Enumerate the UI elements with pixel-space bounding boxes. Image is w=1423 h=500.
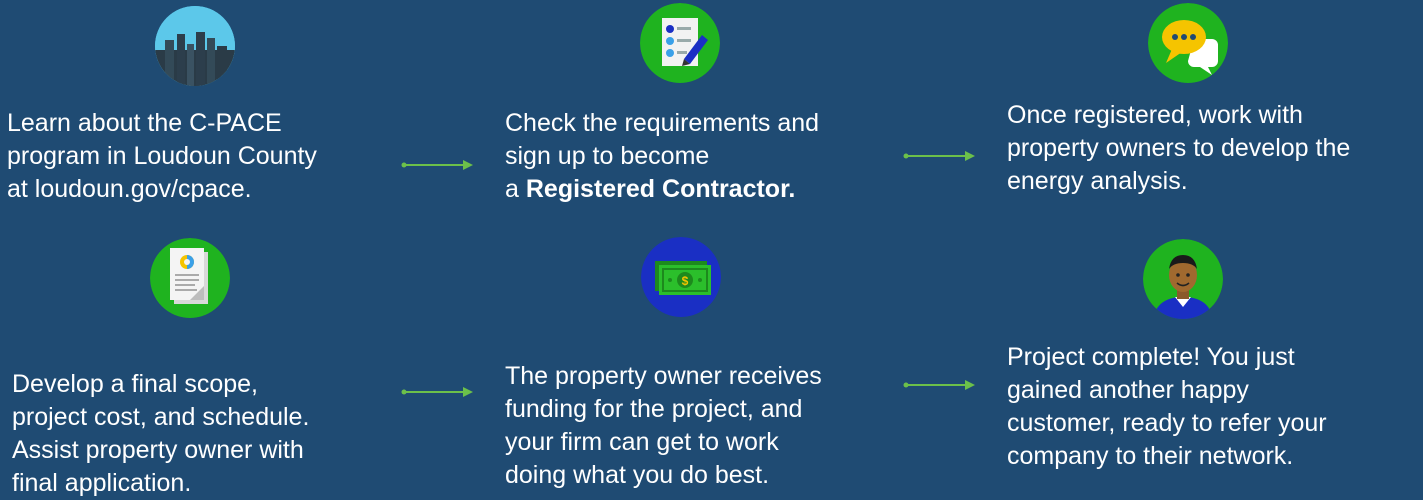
arrow-right-icon	[401, 159, 473, 171]
step-text-line: funding for the project, and	[505, 395, 803, 423]
step-text-line: Assist property owner with	[12, 436, 304, 464]
step-text-line: Develop a final scope,	[12, 370, 258, 398]
city-skyline-icon	[155, 6, 235, 86]
happy-customer-icon	[1143, 239, 1223, 319]
step-text-line: sign up to become	[505, 142, 710, 170]
step-text-line: doing what you do best.	[505, 461, 770, 489]
step-text-line: company to their network.	[1007, 442, 1294, 470]
arrow-right-icon	[401, 386, 473, 398]
step-text-line: energy analysis.	[1007, 167, 1188, 195]
checklist-pen-icon	[640, 3, 720, 83]
arrow-right-icon	[903, 150, 975, 162]
document-chart-icon	[150, 238, 230, 318]
step-text-line: Check the requirements and	[505, 109, 820, 137]
step-text-line: gained another happy	[1007, 376, 1249, 404]
step-text-line: Once registered, work with	[1007, 101, 1303, 129]
step-text-line: your firm can get to work	[505, 428, 779, 456]
step-text-prefix: a	[505, 175, 526, 203]
registered-contractor-label: Registered Contractor.	[525, 175, 796, 203]
step-text-line: Project complete! You just	[1007, 343, 1295, 371]
step-text-line: Learn about the C-PACE	[7, 109, 282, 137]
step-text-line: final application.	[12, 469, 192, 497]
step-text-line: The property owner receives	[505, 362, 822, 390]
step-text-line: property owners to develop the	[1007, 134, 1351, 162]
step-text-line: customer, ready to refer your	[1007, 409, 1327, 437]
chat-bubbles-icon	[1148, 3, 1228, 83]
step-text-line: project cost, and schedule.	[12, 403, 310, 431]
arrow-right-icon	[903, 379, 975, 391]
step-text-line: at loudoun.gov/cpace.	[7, 175, 252, 203]
step-text-line-emphasis: a Registered Contractor.	[505, 173, 819, 206]
money-bills-icon: $	[641, 237, 721, 317]
svg-text:$: $	[682, 274, 689, 288]
step-text-line: program in Loudoun County	[7, 142, 317, 170]
